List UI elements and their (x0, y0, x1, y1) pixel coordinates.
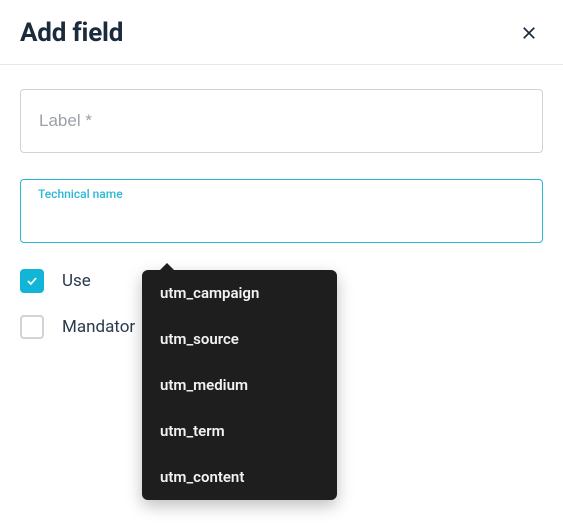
dropdown-item[interactable]: utm_medium (142, 362, 337, 408)
dialog-title: Add field (20, 18, 123, 48)
close-icon (520, 24, 538, 42)
technical-name-field: Technical name (20, 179, 543, 243)
check-icon (25, 274, 39, 288)
technical-name-dropdown: utm_campaign utm_source utm_medium utm_t… (142, 270, 337, 500)
dropdown-item[interactable]: utm_content (142, 454, 337, 500)
mandatory-checkbox[interactable] (20, 315, 44, 339)
dropdown-item[interactable]: utm_source (142, 316, 337, 362)
dialog-header: Add field (0, 0, 563, 65)
mandatory-checkbox-label: Mandator (62, 317, 135, 337)
label-field (20, 89, 543, 153)
technical-name-input[interactable] (20, 179, 543, 243)
use-checkbox-label: Use (62, 271, 91, 291)
use-checkbox[interactable] (20, 269, 44, 293)
dropdown-item[interactable]: utm_campaign (142, 270, 337, 316)
dropdown-item[interactable]: utm_term (142, 408, 337, 454)
label-input[interactable] (20, 89, 543, 153)
close-button[interactable] (515, 19, 543, 47)
